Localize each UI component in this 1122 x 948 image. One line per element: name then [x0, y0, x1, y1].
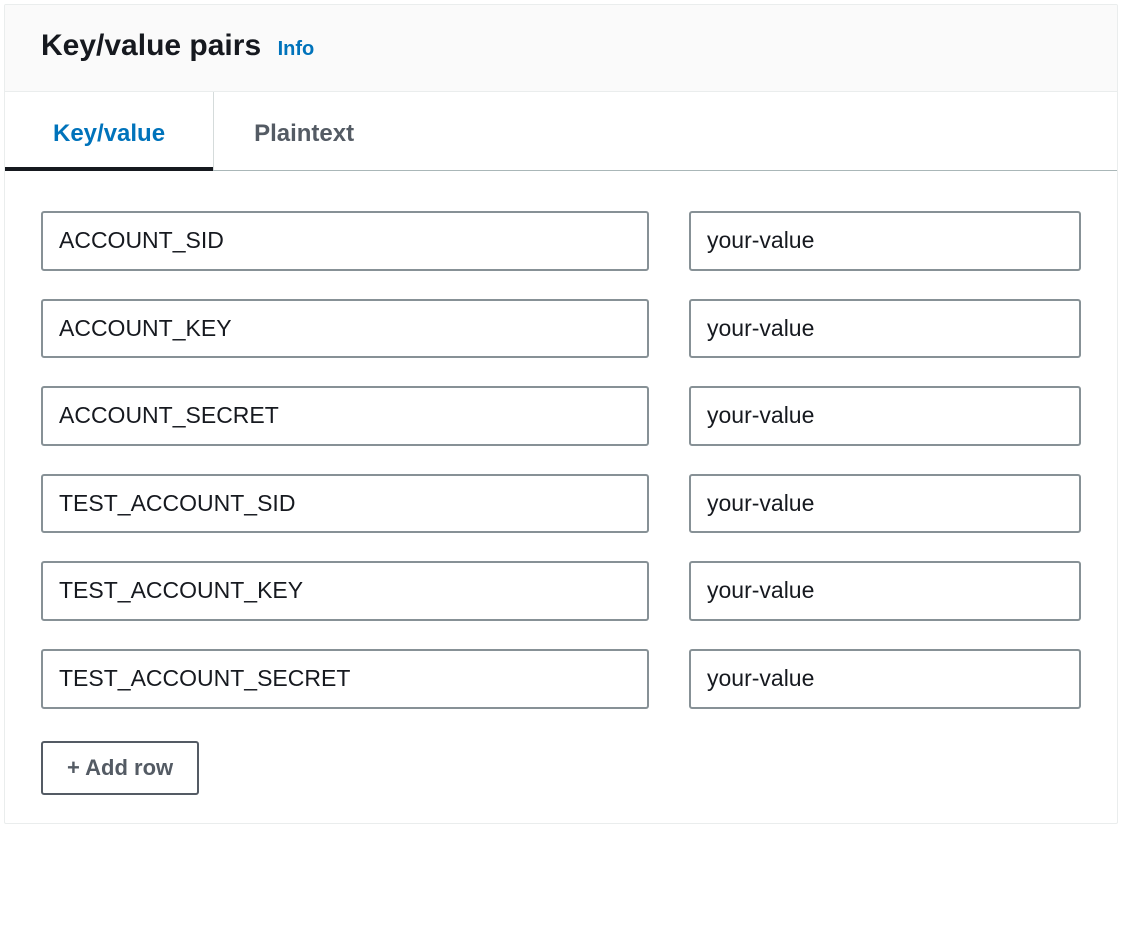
tab-label: Plaintext [254, 120, 354, 147]
kv-row [41, 211, 1081, 271]
tab-plaintext[interactable]: Plaintext [214, 92, 394, 170]
add-row-button[interactable]: + Add row [41, 741, 199, 795]
panel-title: Key/value pairs [41, 29, 261, 62]
key-input[interactable] [41, 299, 649, 359]
panel-header: Key/value pairs Info [5, 5, 1117, 92]
tab-label: Key/value [53, 120, 165, 147]
key-input[interactable] [41, 386, 649, 446]
key-input[interactable] [41, 649, 649, 709]
content: + Add row [5, 171, 1117, 823]
kv-row [41, 474, 1081, 534]
kv-row [41, 299, 1081, 359]
kv-row [41, 561, 1081, 621]
key-input[interactable] [41, 561, 649, 621]
info-link[interactable]: Info [278, 38, 315, 60]
value-input[interactable] [689, 474, 1081, 534]
tabs: Key/value Plaintext [5, 92, 1117, 171]
key-input[interactable] [41, 211, 649, 271]
key-input[interactable] [41, 474, 649, 534]
tab-key-value[interactable]: Key/value [5, 92, 214, 170]
value-input[interactable] [689, 561, 1081, 621]
value-input[interactable] [689, 211, 1081, 271]
kv-row [41, 386, 1081, 446]
value-input[interactable] [689, 386, 1081, 446]
value-input[interactable] [689, 649, 1081, 709]
kv-row [41, 649, 1081, 709]
value-input[interactable] [689, 299, 1081, 359]
key-value-panel: Key/value pairs Info Key/value Plaintext [4, 4, 1118, 824]
